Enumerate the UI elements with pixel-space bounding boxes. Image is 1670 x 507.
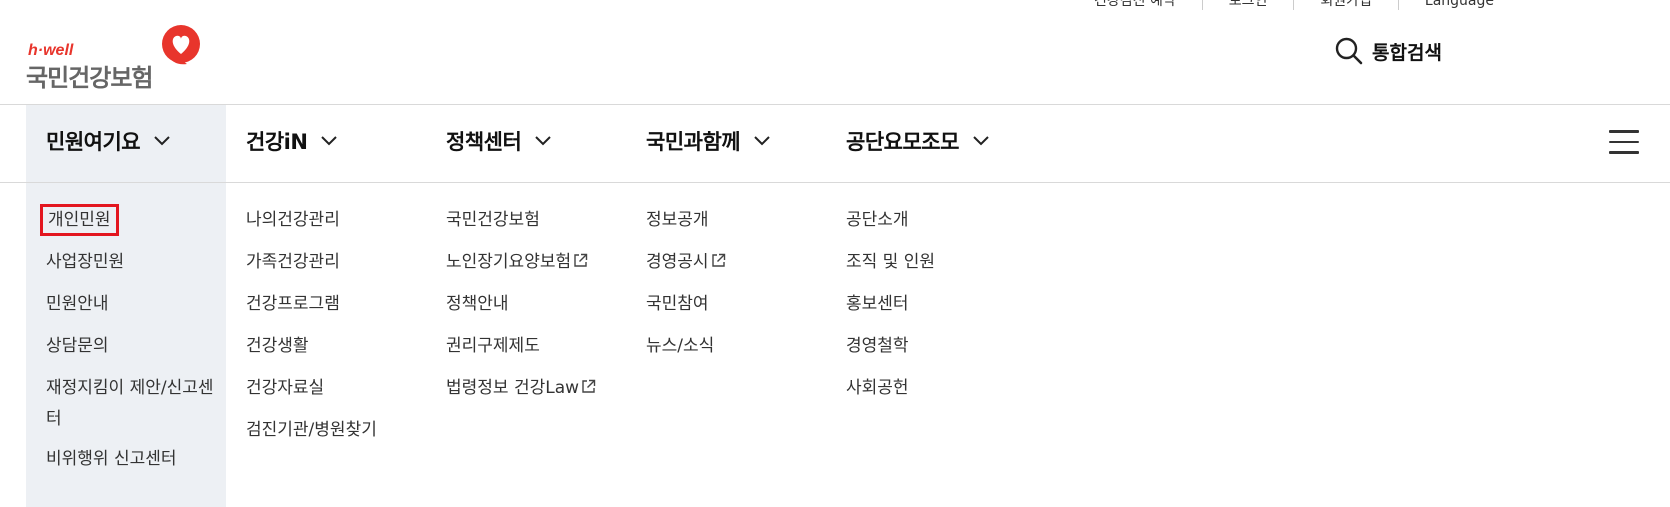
submenu-item[interactable]: 뉴스/소식: [646, 335, 726, 358]
util-link-signup[interactable]: 회원가입: [1293, 0, 1398, 10]
submenu-policy-center: 국민건강보험 노인장기요양보험 정책안내 권리구제제도 법령정보 건강Law: [446, 209, 596, 419]
header-divider: [0, 104, 1670, 105]
nav-minwon[interactable]: 민원여기요: [46, 126, 170, 156]
chevron-down-icon: [321, 136, 338, 146]
external-link-icon: [574, 253, 588, 267]
submenu-item[interactable]: 국민참여: [646, 293, 726, 316]
logo-heart-icon: [162, 25, 200, 65]
submenu-item[interactable]: 건강프로그램: [246, 293, 377, 316]
submenu-item-label: 법령정보 건강Law: [446, 378, 580, 398]
submenu-item[interactable]: 국민건강보험: [446, 209, 596, 232]
submenu-item[interactable]: 법령정보 건강Law: [446, 377, 596, 400]
chevron-down-icon: [154, 136, 170, 146]
site-logo[interactable]: h·well 국민건강보험: [26, 24, 206, 92]
search-label: 통합검색: [1372, 41, 1442, 64]
submenu-item[interactable]: 사회공헌: [846, 377, 935, 400]
nav-label: 민원여기요: [46, 130, 141, 154]
chevron-down-icon: [535, 136, 551, 146]
nav-label: 국민과함께: [646, 130, 741, 154]
submenu-item[interactable]: 건강자료실: [246, 377, 377, 400]
external-link-icon: [711, 253, 725, 267]
submenu-item[interactable]: 공단소개: [846, 209, 935, 232]
util-link-login[interactable]: 로그인: [1201, 0, 1294, 10]
submenu-with-citizens: 정보공개 경영공시 국민참여 뉴스/소식: [646, 209, 726, 377]
submenu-health-in: 나의건강관리 가족건강관리 건강프로그램 건강생활 건강자료실 검진기관/병원찾…: [246, 209, 377, 461]
highlighted-item-label: 개인민원: [40, 204, 119, 236]
submenu-item[interactable]: 홍보센터: [846, 293, 935, 316]
submenu-item[interactable]: 검진기관/병원찾기: [246, 419, 377, 442]
util-link-checkup[interactable]: 건강검진 예약: [1068, 0, 1202, 10]
nav-health-in[interactable]: 건강iN: [246, 126, 338, 156]
submenu-item[interactable]: 경영공시: [646, 251, 726, 274]
submenu-item[interactable]: 정보공개: [646, 209, 726, 232]
submenu-item[interactable]: 비위행위 신고센터: [46, 448, 226, 471]
utility-links: 건강검진 예약 로그인 회원가입 Language: [1068, 0, 1520, 10]
chevron-down-icon: [973, 136, 989, 146]
submenu-minwon: 개인민원 사업장민원 민원안내 상담문의 재정지킴이 제안/신고센터 비위행위 …: [40, 204, 226, 490]
submenu-item[interactable]: 정책안내: [446, 293, 596, 316]
submenu-item[interactable]: 노인장기요양보험: [446, 251, 596, 274]
submenu-item[interactable]: 상담문의: [46, 335, 226, 358]
external-link-icon: [582, 379, 596, 393]
chevron-down-icon: [754, 136, 770, 146]
submenu-item-label: 경영공시: [646, 252, 709, 272]
nav-divider: [0, 182, 1670, 183]
hamburger-menu-icon[interactable]: [1609, 130, 1639, 154]
nav-label: 건강iN: [246, 130, 308, 154]
submenu-item[interactable]: 권리구제제도: [446, 335, 596, 358]
submenu-item[interactable]: 재정지킴이 제안/신고센터: [46, 373, 226, 435]
logo-text: 국민건강보험: [26, 64, 153, 92]
nav-label: 정책센터: [446, 130, 522, 154]
submenu-item[interactable]: 조직 및 인원: [846, 251, 935, 274]
util-link-language[interactable]: Language: [1397, 0, 1520, 10]
nav-about-nhis[interactable]: 공단요모조모: [846, 126, 989, 156]
submenu-about-nhis: 공단소개 조직 및 인원 홍보센터 경영철학 사회공헌: [846, 209, 935, 419]
submenu-item[interactable]: 건강생활: [246, 335, 377, 358]
nav-policy-center[interactable]: 정책센터: [446, 126, 551, 156]
submenu-item[interactable]: 가족건강관리: [246, 251, 377, 274]
nav-with-citizens[interactable]: 국민과함께: [646, 126, 770, 156]
search-icon: [1335, 37, 1363, 65]
submenu-item[interactable]: 경영철학: [846, 335, 935, 358]
submenu-item[interactable]: 사업장민원: [46, 251, 226, 274]
submenu-item-label: 노인장기요양보험: [446, 252, 572, 272]
submenu-item[interactable]: 민원안내: [46, 293, 226, 316]
nav-label: 공단요모조모: [846, 130, 959, 154]
integrated-search-button[interactable]: 통합검색: [1334, 36, 1442, 66]
submenu-item[interactable]: 나의건강관리: [246, 209, 377, 232]
submenu-item[interactable]: 개인민원: [40, 204, 226, 236]
